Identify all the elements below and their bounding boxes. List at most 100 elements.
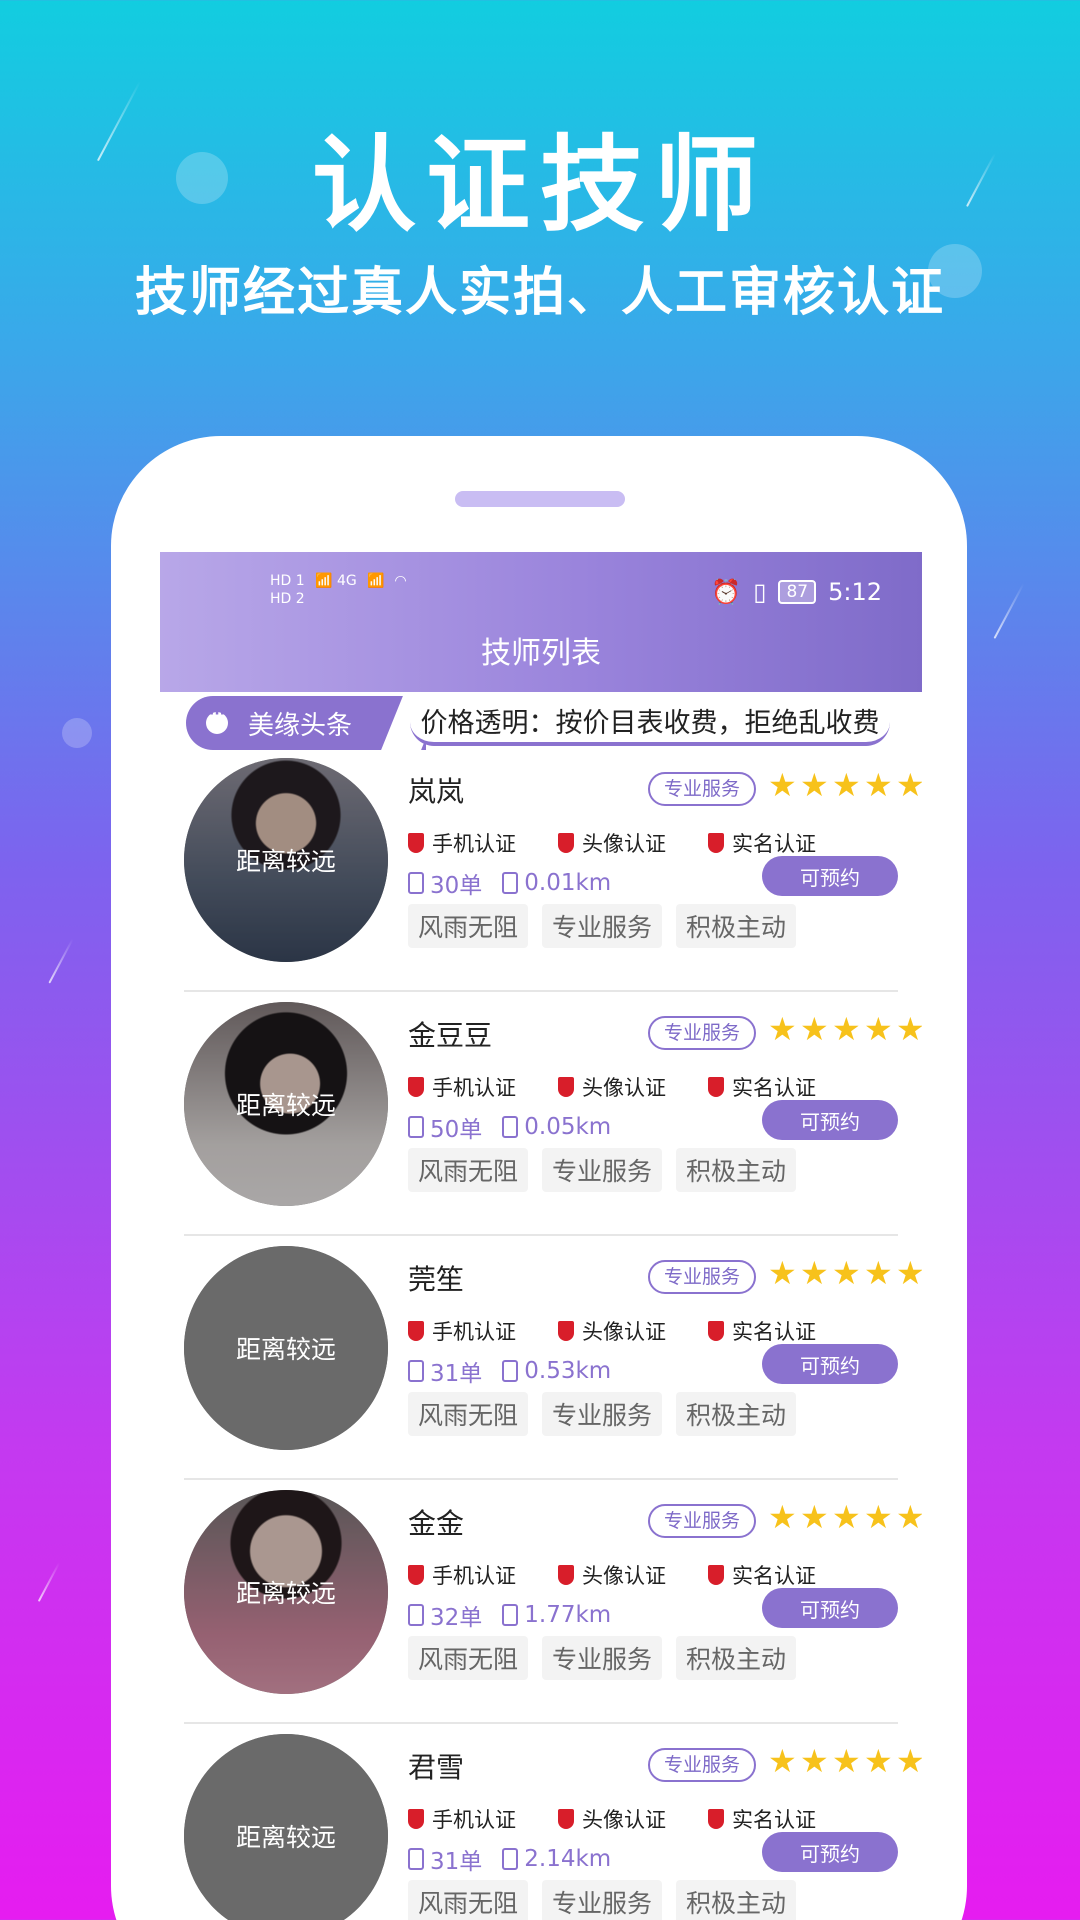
- certification-badge: 头像认证: [558, 1560, 666, 1590]
- technician-card[interactable]: 距离较远 君雪 专业服务 ★ ★ ★ ★ ★ 手机认证 头像认证 实名认证 31单 2.14…: [184, 1724, 922, 1920]
- certification-label: 实名认证: [732, 1320, 816, 1344]
- feature-tags: 风雨无阻 专业服务 积极主动: [408, 904, 810, 948]
- certification-badge: 实名认证: [708, 1560, 816, 1590]
- shield-check-icon: [708, 833, 724, 853]
- signal-icon: 📶: [367, 573, 385, 589]
- page-title: 技师列表: [481, 636, 601, 671]
- star-icon: ★: [800, 766, 829, 804]
- star-icon: ★: [832, 1010, 861, 1048]
- feature-tag: 风雨无阻: [408, 1148, 529, 1192]
- certification-badge: 手机认证: [408, 1072, 516, 1102]
- status-bar-right: ⏰ ▯ 87 5:12: [711, 578, 882, 606]
- signal-icon: 📶: [315, 573, 333, 589]
- technician-name: 莞笙: [408, 1263, 465, 1296]
- network-label: 4G: [337, 573, 357, 589]
- clock: 5:12: [828, 578, 882, 606]
- avatar[interactable]: 距离较远: [184, 1490, 388, 1694]
- feature-tag: 风雨无阻: [408, 1392, 529, 1436]
- star-icon: ★: [864, 1498, 893, 1536]
- order-count: 31单: [408, 1842, 482, 1876]
- star-icon: ★: [896, 1498, 922, 1536]
- phone-cert-icon: [408, 1077, 424, 1097]
- technician-stats: 50单 0.05km: [408, 1110, 631, 1144]
- notice-bar[interactable]: 美缘头条 价格透明：按价目表收费，拒绝乱收费: [160, 692, 922, 750]
- clipboard-icon: [408, 1116, 424, 1138]
- book-button[interactable]: 可预约: [762, 1588, 898, 1628]
- book-button[interactable]: 可预约: [762, 1344, 898, 1384]
- certification-badge: 头像认证: [558, 828, 666, 858]
- wifi-icon: ◜◝: [395, 573, 406, 589]
- feature-tag: 积极主动: [676, 904, 797, 948]
- service-tag: 专业服务: [648, 1748, 757, 1782]
- avatar[interactable]: 距离较远: [184, 1246, 388, 1450]
- star-icon: ★: [800, 1010, 829, 1048]
- clipboard-icon: [408, 1604, 424, 1626]
- phone-cert-icon: [408, 1321, 424, 1341]
- certification-badge: 头像认证: [558, 1072, 666, 1102]
- feature-tag: 专业服务: [542, 1636, 663, 1680]
- avatar[interactable]: 距离较远: [184, 758, 388, 962]
- order-count: 50单: [408, 1110, 482, 1144]
- vibrate-icon: ▯: [753, 578, 767, 606]
- feature-tag: 风雨无阻: [408, 1636, 529, 1680]
- feature-tags: 风雨无阻 专业服务 积极主动: [408, 1392, 810, 1436]
- distance-overlay: 距离较远: [235, 1579, 336, 1608]
- phone-cert-icon: [408, 1565, 424, 1585]
- book-button[interactable]: 可预约: [762, 1832, 898, 1872]
- feature-tags: 风雨无阻 专业服务 积极主动: [408, 1148, 810, 1192]
- technician-name: 金豆豆: [408, 1019, 493, 1052]
- decor-bubble: [62, 718, 92, 748]
- rating-stars: ★ ★ ★ ★ ★: [768, 1254, 922, 1292]
- avatar[interactable]: 距离较远: [184, 1002, 388, 1206]
- certification-badge: 实名认证: [708, 1804, 816, 1834]
- service-tag: 专业服务: [648, 1504, 757, 1538]
- distance-overlay: 距离较远: [235, 1823, 336, 1852]
- star-icon: ★: [864, 1742, 893, 1780]
- battery-icon: 87: [778, 580, 817, 604]
- order-count: 31单: [408, 1354, 482, 1388]
- notice-label-text: 美缘头条: [248, 710, 353, 741]
- certifications: 手机认证 头像认证 实名认证: [408, 1072, 858, 1102]
- clipboard-icon: [408, 872, 424, 894]
- certifications: 手机认证 头像认证 实名认证: [408, 1804, 858, 1834]
- sim1-label: HD 1: [270, 573, 305, 589]
- shield-check-icon: [708, 1321, 724, 1341]
- certification-badge: 手机认证: [408, 1804, 516, 1834]
- shield-check-icon: [708, 1565, 724, 1585]
- certification-badge: 头像认证: [558, 1316, 666, 1346]
- feature-tag: 专业服务: [542, 904, 663, 948]
- star-icon: ★: [896, 1010, 922, 1048]
- certification-label: 实名认证: [732, 1564, 816, 1588]
- distance-value: 0.53km: [502, 1354, 611, 1388]
- star-icon: ★: [800, 1742, 829, 1780]
- technician-stats: 31单 0.53km: [408, 1354, 631, 1388]
- avatar-cert-icon: [558, 1077, 574, 1097]
- avatar-cert-icon: [558, 1565, 574, 1585]
- distance-value: 0.01km: [502, 866, 611, 900]
- book-button[interactable]: 可预约: [762, 1100, 898, 1140]
- star-icon: ★: [832, 1254, 861, 1292]
- certification-badge: 手机认证: [408, 1560, 516, 1590]
- technician-card[interactable]: 距离较远 莞笙 专业服务 ★ ★ ★ ★ ★ 手机认证 头像认证 实名认证 31单 0.53…: [184, 1236, 922, 1480]
- clipboard-icon: [502, 1604, 519, 1626]
- certification-label: 头像认证: [582, 1320, 666, 1344]
- certification-badge: 手机认证: [408, 828, 516, 858]
- certification-label: 手机认证: [432, 832, 516, 856]
- phone-cert-icon: [408, 833, 424, 853]
- star-icon: ★: [800, 1254, 829, 1292]
- avatar[interactable]: 距离较远: [184, 1734, 388, 1920]
- certification-label: 头像认证: [582, 832, 666, 856]
- technician-card[interactable]: 距离较远 金金 专业服务 ★ ★ ★ ★ ★ 手机认证 头像认证 实名认证 32单 1.77…: [184, 1480, 922, 1724]
- rating-stars: ★ ★ ★ ★ ★: [768, 1742, 922, 1780]
- star-icon: ★: [896, 766, 922, 804]
- book-button[interactable]: 可预约: [762, 856, 898, 896]
- service-tag: 专业服务: [648, 1016, 757, 1050]
- certifications: 手机认证 头像认证 实名认证: [408, 1316, 858, 1346]
- technician-card[interactable]: 距离较远 金豆豆 专业服务 ★ ★ ★ ★ ★ 手机认证 头像认证 实名认证 50单 0.0…: [184, 992, 922, 1236]
- certification-label: 头像认证: [582, 1808, 666, 1832]
- star-icon: ★: [832, 1498, 861, 1536]
- star-icon: ★: [896, 1742, 922, 1780]
- certification-label: 手机认证: [432, 1808, 516, 1832]
- certification-badge: 实名认证: [708, 1316, 816, 1346]
- technician-card[interactable]: 距离较远 岚岚 专业服务 ★ ★ ★ ★ ★ 手机认证 头像认证 实名认证 30单 0.01…: [184, 748, 922, 992]
